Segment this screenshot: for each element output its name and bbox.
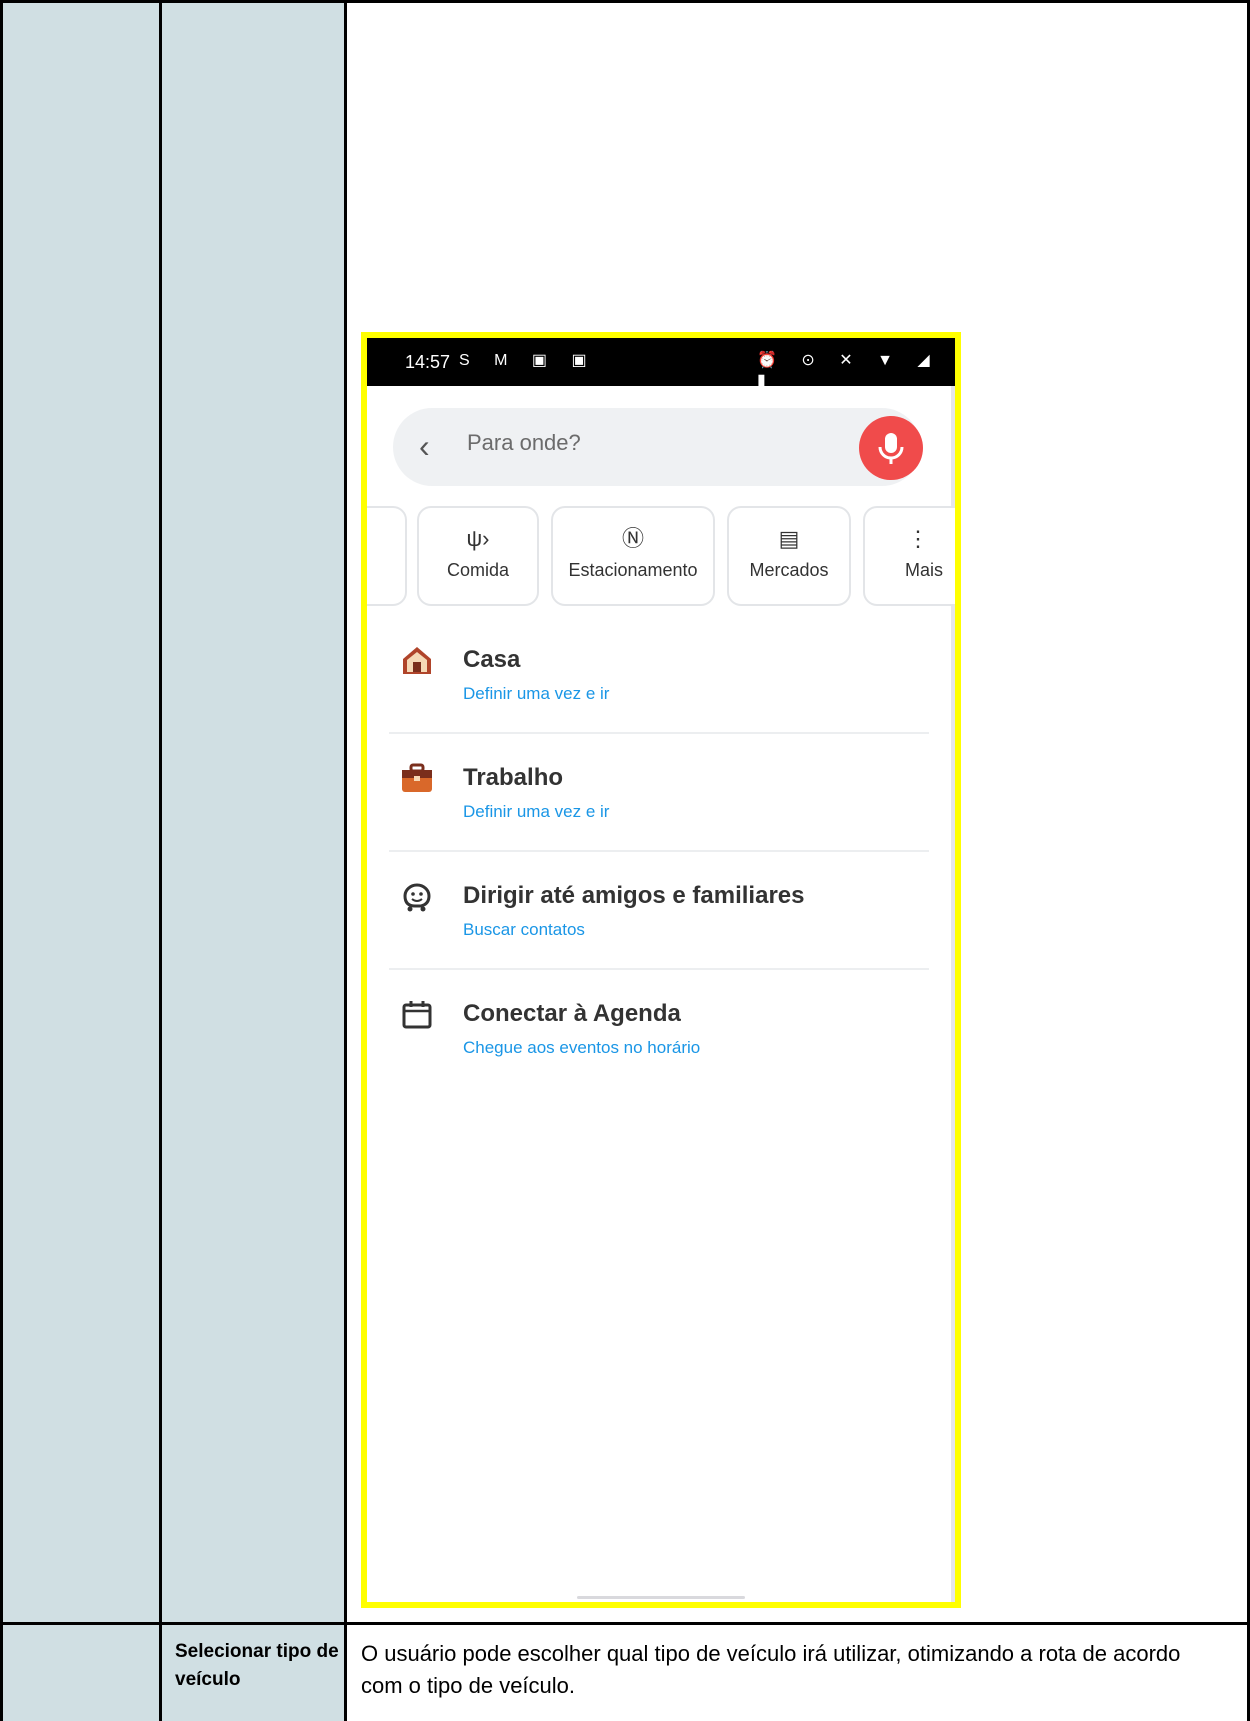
microphone-button[interactable]: [859, 416, 923, 480]
category-chips: ψ› Comida Ⓝ Estacionamento ▤ Mercados ⋮ …: [367, 506, 955, 610]
table-cell-col1-row2: [0, 1625, 161, 1721]
shortcut-title: Casa: [463, 646, 521, 673]
feature-description: O usuário pode escolher qual tipo de veí…: [361, 1641, 1181, 1698]
table-border-col1: [159, 0, 162, 1721]
shortcut-subtitle[interactable]: Definir uma vez e ir: [463, 684, 609, 704]
shortcut-subtitle[interactable]: Buscar contatos: [463, 920, 585, 940]
table-border-left: [0, 0, 3, 1721]
cart-icon: ▤: [778, 526, 800, 551]
document-table: Selecionar tipo de veículo O usuário pod…: [0, 0, 1250, 1721]
shortcut-trabalho[interactable]: Trabalho Definir uma vez e ir: [389, 734, 929, 850]
shortcut-subtitle[interactable]: Definir uma vez e ir: [463, 802, 609, 822]
category-chip-partial[interactable]: [367, 506, 407, 606]
category-label: Estacionamento: [568, 560, 698, 580]
home-icon: [403, 647, 431, 674]
search-input[interactable]: [467, 430, 807, 456]
shortcut-casa[interactable]: Casa Definir uma vez e ir: [389, 616, 929, 732]
parking-icon: Ⓝ: [621, 526, 644, 551]
shortcut-title: Conectar à Agenda: [463, 1000, 681, 1027]
category-chip-comida[interactable]: ψ› Comida: [417, 506, 539, 606]
category-chip-estacionamento[interactable]: Ⓝ Estacionamento: [551, 506, 715, 606]
table-border-col2: [344, 0, 347, 1721]
home-indicator: [577, 1596, 745, 1599]
table-border-top: [0, 0, 1250, 3]
shortcut-subtitle[interactable]: Chegue aos eventos no horário: [463, 1038, 700, 1058]
category-chip-mercados[interactable]: ▤ Mercados: [727, 506, 851, 606]
chevron-left-icon[interactable]: ‹: [419, 426, 430, 466]
table-cell-col1-row1: [0, 0, 161, 1625]
more-vertical-icon: ⋮: [907, 526, 929, 551]
feature-name: Selecionar tipo de veículo: [175, 1641, 339, 1690]
category-label: Comida: [446, 560, 510, 580]
briefcase-icon: [402, 763, 432, 792]
category-chip-mais[interactable]: ⋮ Mais: [863, 506, 955, 606]
phone-screenshot: 14:57 S M ▣ ▣ ⏰ ⊙ ✕ ▼ ◢ ▮ ‹ ψ› Comida: [361, 332, 961, 1608]
table-border-row-divider: [0, 1622, 1250, 1625]
shortcut-title: Dirigir até amigos e familiares: [463, 882, 805, 909]
status-time: 14:57: [405, 352, 451, 372]
shortcut-amigos[interactable]: Dirigir até amigos e familiares Buscar c…: [389, 852, 929, 968]
category-label: Mercados: [749, 560, 829, 580]
table-cell-col2-row1: [161, 0, 346, 1625]
notification-icons: S M ▣ ▣: [459, 352, 597, 369]
search-bar[interactable]: ‹: [393, 408, 923, 486]
fork-knife-icon: ψ›: [466, 526, 490, 551]
microphone-icon: [878, 433, 904, 464]
category-label: Mais: [905, 560, 944, 580]
status-bar: 14:57 S M ▣ ▣ ⏰ ⊙ ✕ ▼ ◢ ▮: [367, 338, 955, 389]
waze-face-icon: [403, 883, 431, 912]
calendar-icon: [402, 1001, 432, 1029]
system-status-icons: ⏰ ⊙ ✕ ▼ ◢ ▮: [757, 352, 940, 389]
shortcut-title: Trabalho: [463, 764, 564, 791]
shortcut-agenda[interactable]: Conectar à Agenda Chegue aos eventos no …: [389, 970, 929, 1086]
